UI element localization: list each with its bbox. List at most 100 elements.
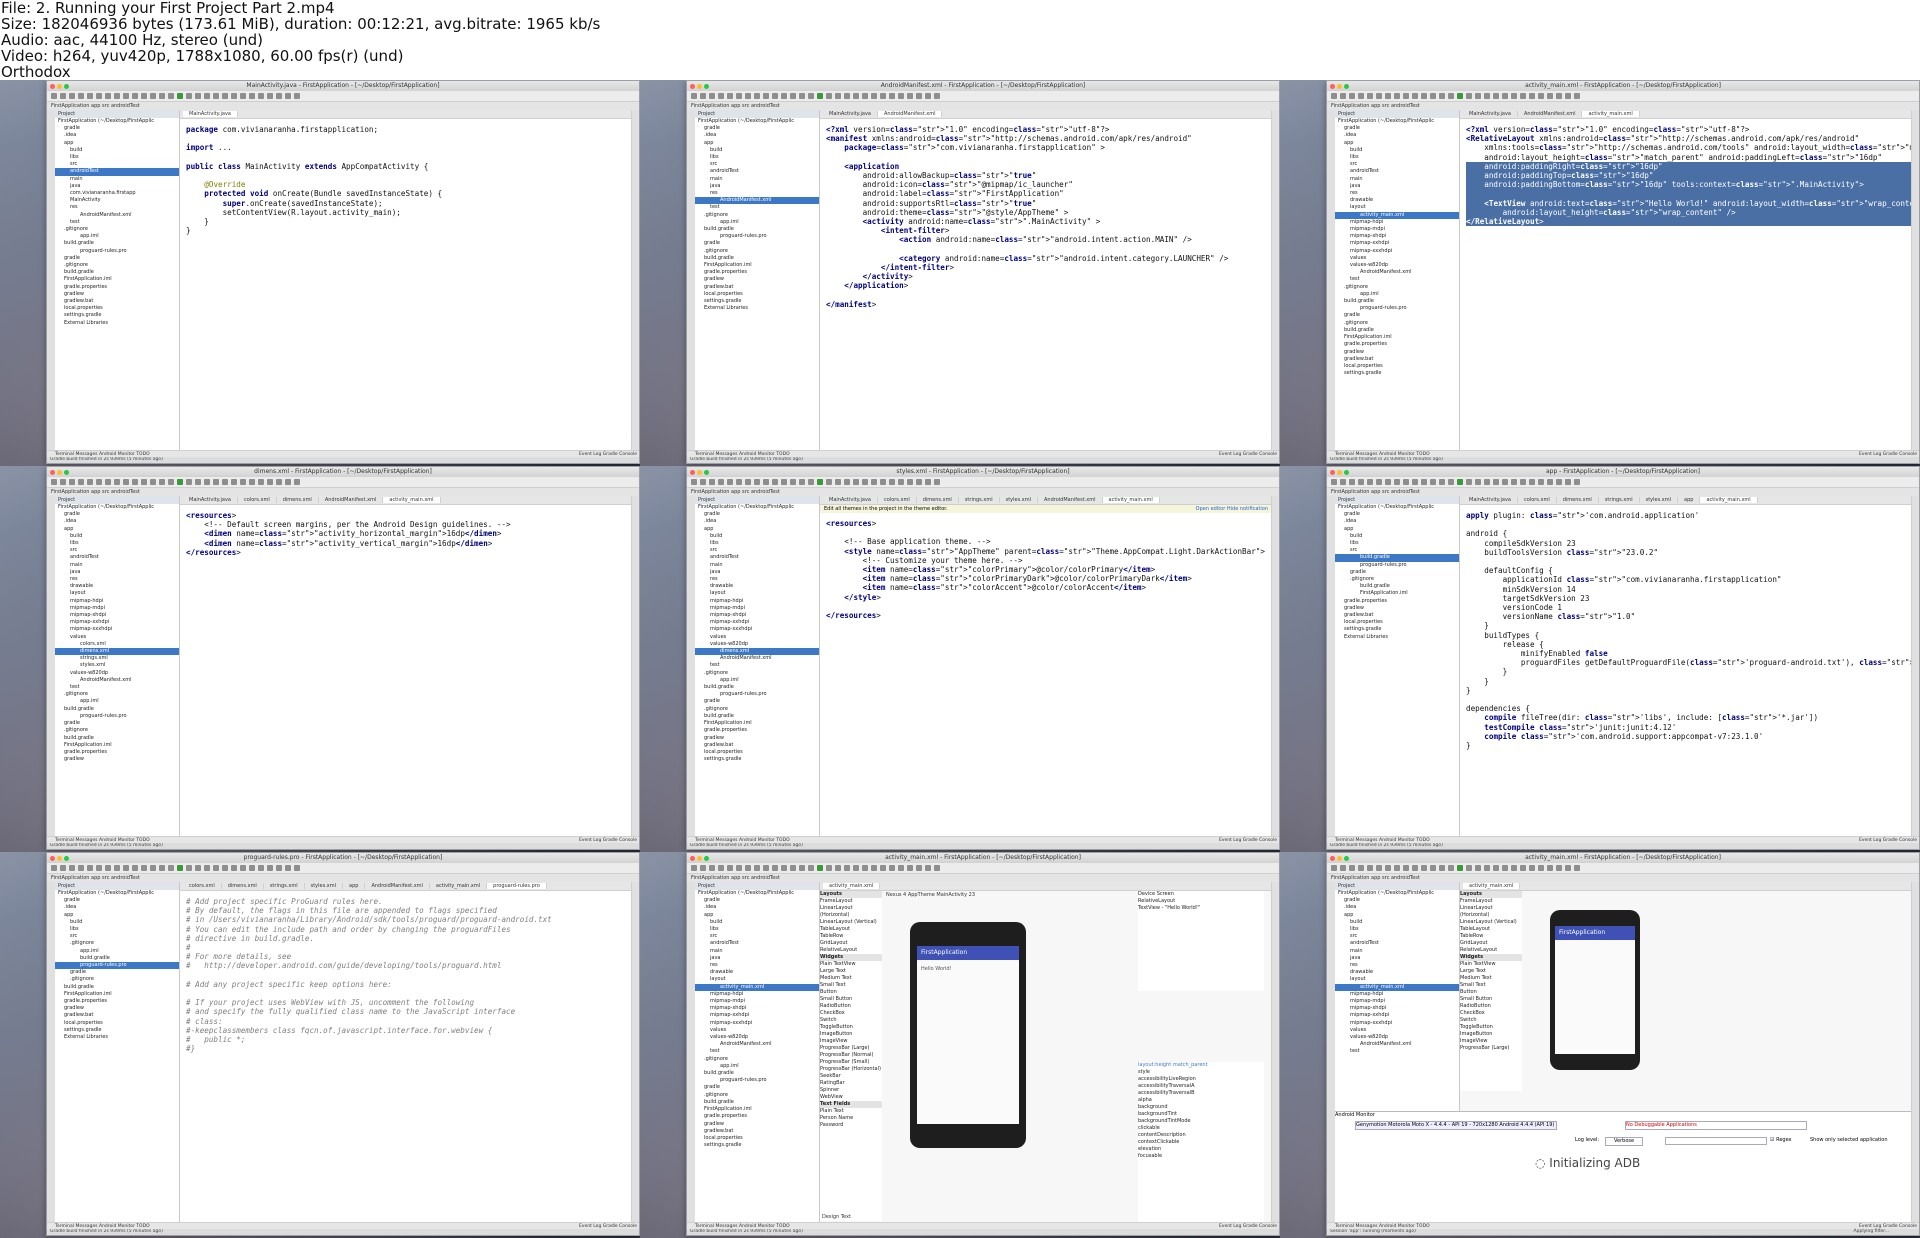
tree-item[interactable]: mipmap-hdpi: [1335, 991, 1459, 998]
toolbar-button[interactable]: [69, 93, 75, 99]
toolbar-button[interactable]: [772, 479, 778, 485]
tree-item[interactable]: gradlew.bat: [695, 284, 819, 291]
toolbar-button[interactable]: [754, 479, 760, 485]
tree-item[interactable]: build: [55, 533, 179, 540]
toolbar-button[interactable]: [862, 93, 868, 99]
toolbar-button[interactable]: [1385, 479, 1391, 485]
tree-item[interactable]: mipmap-mdpi: [695, 605, 819, 612]
component-tree-item[interactable]: Device Screen: [1138, 891, 1264, 898]
editor-tab[interactable]: styles.xml: [1639, 497, 1679, 503]
toolbar-button[interactable]: [1421, 865, 1427, 871]
tree-item[interactable]: FirstApplication.iml: [55, 276, 179, 283]
palette-item[interactable]: Plain TextView: [820, 961, 882, 968]
toolbar-button[interactable]: [808, 93, 814, 99]
tree-item[interactable]: gradlew: [1335, 349, 1459, 356]
tree-item[interactable]: build: [695, 147, 819, 154]
toolbar-button[interactable]: [159, 479, 165, 485]
tree-item[interactable]: build.gradle: [55, 955, 179, 962]
tree-item[interactable]: proguard-rules.pro: [695, 1077, 819, 1084]
toolbar-button[interactable]: [96, 93, 102, 99]
tree-item[interactable]: MainActivity: [55, 197, 179, 204]
toolbar-button[interactable]: [1466, 93, 1472, 99]
tree-item[interactable]: mipmap-xxhdpi: [695, 619, 819, 626]
palette-item[interactable]: ToggleButton: [820, 1024, 882, 1031]
toolbar-button[interactable]: [880, 93, 886, 99]
tree-item[interactable]: mipmap-xhdpi: [695, 1005, 819, 1012]
toolbar-button[interactable]: [790, 93, 796, 99]
palette-item[interactable]: ImageView: [820, 1038, 882, 1045]
toolbar-button[interactable]: [1385, 865, 1391, 871]
tree-item[interactable]: AndroidManifest.xml: [1335, 269, 1459, 276]
toolbar-button[interactable]: [1448, 479, 1454, 485]
toolbar-button[interactable]: [213, 93, 219, 99]
tree-item[interactable]: .idea: [695, 132, 819, 139]
palette-item[interactable]: ProgressBar (Normal): [820, 1052, 882, 1059]
minimize-icon[interactable]: [1337, 470, 1342, 475]
toolbar-button[interactable]: [817, 93, 823, 99]
toolbar-button[interactable]: [1403, 93, 1409, 99]
tree-item[interactable]: .gitignore: [1335, 284, 1459, 291]
code-editor[interactable]: # Add project specific ProGuard rules he…: [180, 891, 632, 1053]
tree-item[interactable]: mipmap-xxxhdpi: [1335, 248, 1459, 255]
tree-item[interactable]: res: [695, 190, 819, 197]
toolbar-button[interactable]: [294, 93, 300, 99]
tree-item[interactable]: mipmap-hdpi: [695, 598, 819, 605]
toolbar-button[interactable]: [736, 479, 742, 485]
editor-tab[interactable]: app: [1678, 497, 1701, 503]
tree-item[interactable]: app.iml: [55, 698, 179, 705]
tree-item[interactable]: FirstApplication.iml: [695, 262, 819, 269]
toolbar-button[interactable]: [78, 93, 84, 99]
zoom-icon[interactable]: [704, 84, 709, 89]
palette-item[interactable]: Button: [1460, 989, 1522, 996]
toolbar-button[interactable]: [1538, 479, 1544, 485]
tree-item[interactable]: build: [695, 533, 819, 540]
property-row[interactable]: elevation: [1138, 1146, 1264, 1153]
toolbar-button[interactable]: [294, 865, 300, 871]
toolbar-button[interactable]: [240, 479, 246, 485]
tree-item[interactable]: local.properties: [55, 1020, 179, 1027]
tree-item[interactable]: gradle: [695, 125, 819, 132]
tree-item[interactable]: gradlew: [55, 291, 179, 298]
toolbar-button[interactable]: [826, 865, 832, 871]
tree-item[interactable]: settings.gradle: [695, 1142, 819, 1149]
tree-item[interactable]: gradlew: [1335, 605, 1459, 612]
editor-tab[interactable]: activity_main.xml: [1102, 497, 1160, 503]
tree-item[interactable]: gradlew.bat: [55, 1012, 179, 1019]
toolbar-button[interactable]: [1565, 93, 1571, 99]
tree-item[interactable]: libs: [1335, 540, 1459, 547]
toolbar-button[interactable]: [907, 479, 913, 485]
editor-tab[interactable]: activity_main.xml: [1700, 497, 1758, 503]
tree-item[interactable]: test: [695, 662, 819, 669]
tree-item[interactable]: build: [55, 919, 179, 926]
toolbar-button[interactable]: [1421, 479, 1427, 485]
zoom-icon[interactable]: [704, 470, 709, 475]
tree-item[interactable]: app: [55, 526, 179, 533]
tree-item[interactable]: gradlew: [55, 1005, 179, 1012]
tree-item[interactable]: FirstApplication (~/Desktop/FirstApplic: [55, 118, 179, 125]
toolbar-button[interactable]: [844, 865, 850, 871]
property-row[interactable]: accessibilityTraversalB: [1138, 1090, 1264, 1097]
toolbar-button[interactable]: [799, 479, 805, 485]
device-selector[interactable]: Nexus 4 AppTheme MainActivity 23: [886, 892, 975, 898]
toolbar-button[interactable]: [889, 865, 895, 871]
tree-item[interactable]: build: [1335, 147, 1459, 154]
toolbar-button[interactable]: [862, 479, 868, 485]
close-icon[interactable]: [690, 84, 695, 89]
toolbar-button[interactable]: [186, 93, 192, 99]
tree-item[interactable]: layout: [1335, 976, 1459, 983]
toolbar-button[interactable]: [880, 865, 886, 871]
tree-item[interactable]: src: [695, 547, 819, 554]
tree-item[interactable]: settings.gradle: [1335, 626, 1459, 633]
tree-item[interactable]: proguard-rules.pro: [695, 233, 819, 240]
tree-item[interactable]: src: [695, 161, 819, 168]
toolbar-button[interactable]: [1376, 865, 1382, 871]
tree-item[interactable]: gradlew.bat: [1335, 612, 1459, 619]
editor-tab[interactable]: MainActivity.java: [823, 111, 878, 117]
tree-item[interactable]: main: [695, 176, 819, 183]
tree-item[interactable]: test: [695, 204, 819, 211]
tree-item[interactable]: mipmap-xxhdpi: [55, 619, 179, 626]
toolbar-button[interactable]: [1502, 93, 1508, 99]
toolbar-button[interactable]: [790, 865, 796, 871]
toolbar-button[interactable]: [1493, 865, 1499, 871]
tree-item[interactable]: values-w820dp: [695, 1034, 819, 1041]
